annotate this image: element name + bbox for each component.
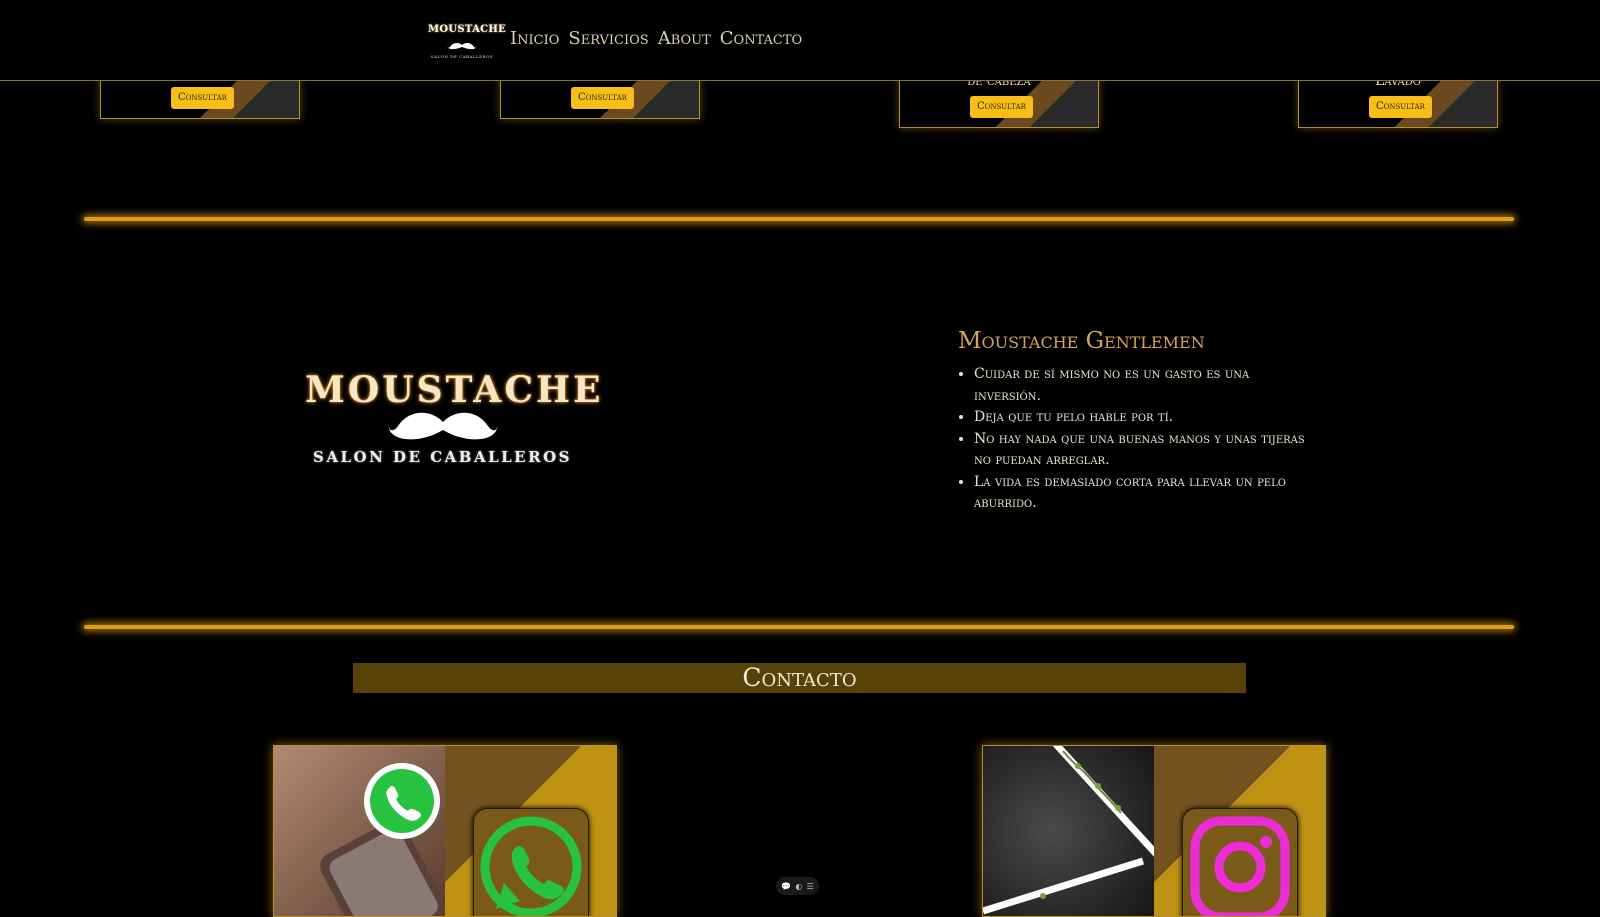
- section-divider: [84, 217, 1514, 221]
- instagram-photo: [983, 746, 1161, 916]
- contact-heading-bar: Contacto: [353, 663, 1246, 693]
- consultar-button[interactable]: Consultar: [171, 87, 234, 109]
- site-header: MOUSTACHE SALON DE CABALLEROS Inicio Ser…: [0, 0, 1600, 81]
- consultar-button[interactable]: Consultar: [571, 87, 634, 109]
- contact-heading: Contacto: [742, 663, 857, 692]
- about-heading: Moustache Gentlemen: [958, 328, 1205, 354]
- whatsapp-card[interactable]: [273, 745, 617, 917]
- quote-list: Cuidar de sí mismo no es un gasto es una…: [958, 364, 1314, 515]
- nav-servicios[interactable]: Servicios: [568, 28, 648, 49]
- list-item: Deja que tu pelo hable por tí.: [974, 407, 1314, 429]
- light-tubes-image: [983, 746, 1161, 916]
- moustache-icon: [388, 412, 497, 440]
- instagram-panel: [1154, 746, 1325, 916]
- moustache-icon: [447, 42, 477, 50]
- list-item: Cuidar de sí mismo no es un gasto es una…: [974, 364, 1314, 407]
- whatsapp-icon: [480, 816, 582, 916]
- nav-contacto[interactable]: Contacto: [720, 28, 802, 49]
- list-item: No hay nada que una buenas manos y unas …: [974, 429, 1314, 472]
- nav-inicio[interactable]: Inicio: [510, 28, 559, 49]
- contrast-icon[interactable]: ◐: [795, 882, 802, 891]
- whatsapp-photo: [274, 746, 446, 916]
- main-nav: Inicio Servicios About Contacto: [510, 28, 802, 49]
- instagram-tile[interactable]: [1182, 808, 1298, 916]
- whatsapp-panel: [445, 746, 616, 916]
- list-item: La vida es demasiado corta para llevar u…: [974, 472, 1314, 515]
- chat-icon[interactable]: 💬: [781, 882, 791, 891]
- nav-about[interactable]: About: [658, 28, 711, 49]
- instagram-card[interactable]: [982, 745, 1326, 917]
- instagram-icon: [1190, 816, 1290, 916]
- phone-hand-image: [274, 746, 446, 916]
- about-logo-title: MOUSTACHE: [305, 369, 604, 411]
- brand-logo[interactable]: MOUSTACHE SALON DE CABALLEROS: [428, 24, 507, 59]
- about-logo: MOUSTACHE SALON DE CABALLEROS: [305, 369, 604, 466]
- about-logo-subtitle: SALON DE CABALLEROS: [313, 448, 572, 466]
- menu-icon[interactable]: ☰: [807, 882, 814, 891]
- consultar-button[interactable]: Consultar: [970, 96, 1033, 118]
- section-divider: [84, 625, 1514, 629]
- brand-name: MOUSTACHE: [428, 24, 507, 35]
- whatsapp-tile[interactable]: [473, 808, 589, 916]
- consultar-button[interactable]: Consultar: [1369, 96, 1432, 118]
- floating-toolbar: 💬 ◐ ☰: [776, 877, 819, 895]
- brand-tagline: SALON DE CABALLEROS: [430, 54, 494, 59]
